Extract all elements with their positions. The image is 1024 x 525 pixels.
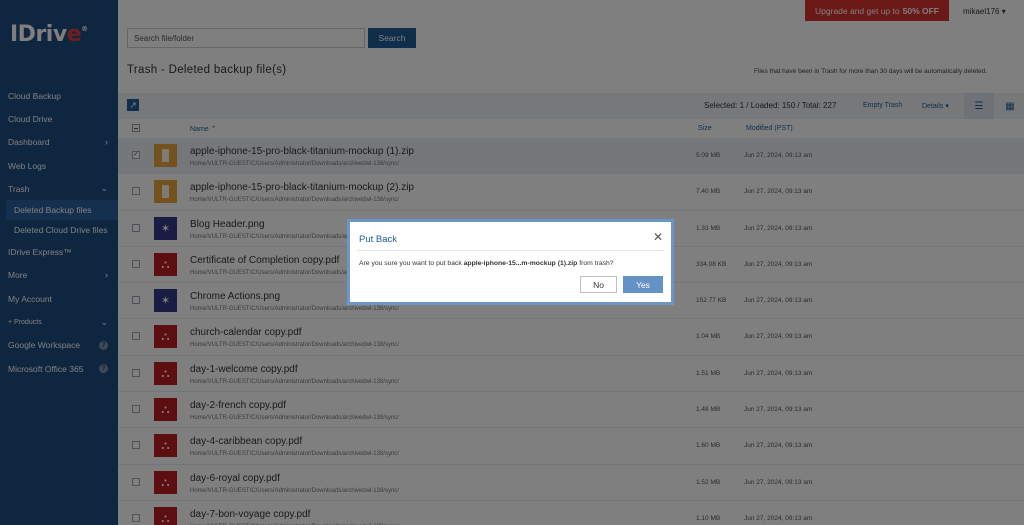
modal-backdrop[interactable]: Put Back ✕ Are you sure you want to put … xyxy=(0,0,1024,525)
no-button[interactable]: No xyxy=(580,276,617,293)
dialog-text-before: Are you sure you want to put back xyxy=(359,260,464,267)
dialog-title: Put Back xyxy=(359,234,398,245)
yes-button[interactable]: Yes xyxy=(623,276,663,293)
dialog-divider xyxy=(357,250,664,251)
dialog-text-after: from trash? xyxy=(577,260,614,267)
dialog-message: Are you sure you want to put back apple-… xyxy=(359,260,614,267)
put-back-dialog: Put Back ✕ Are you sure you want to put … xyxy=(347,219,674,305)
close-icon[interactable]: ✕ xyxy=(653,230,663,244)
dialog-file-name: apple-iphone-15...m-mockup (1).zip xyxy=(463,260,578,267)
